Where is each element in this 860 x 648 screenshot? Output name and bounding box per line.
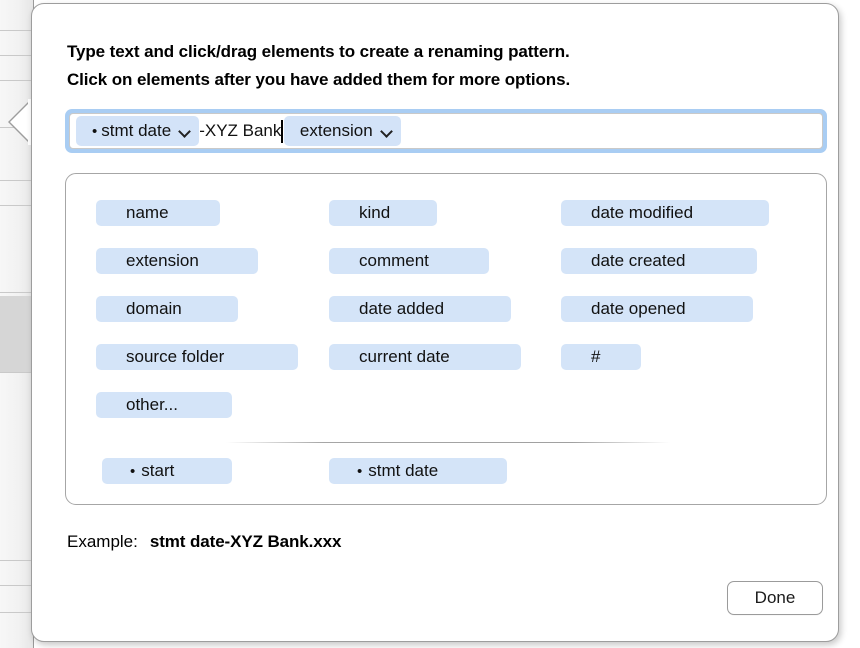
instructions-line-1: Type text and click/drag elements to cre… xyxy=(67,42,570,61)
token-chip-date-added[interactable]: date added xyxy=(329,296,511,322)
saved-pattern-label: stmt date xyxy=(368,461,439,480)
token-chip-number[interactable]: # xyxy=(561,344,641,370)
bullet-icon: • xyxy=(357,462,363,480)
background-row-divider xyxy=(0,560,33,561)
background-row-divider xyxy=(0,585,33,586)
instructions-text: Type text and click/drag elements to cre… xyxy=(67,38,807,94)
background-row-divider xyxy=(0,292,33,293)
background-selected-row[interactable] xyxy=(0,296,33,372)
token-chip-other[interactable]: other... xyxy=(96,392,232,418)
done-button[interactable]: Done xyxy=(727,581,823,615)
background-row-divider xyxy=(0,180,33,181)
example-label: Example: xyxy=(67,532,138,551)
screen-root: : Type text and click/drag elements to c… xyxy=(0,0,860,648)
pattern-token-extension[interactable]: extension xyxy=(283,116,401,146)
popover-arrow-icon xyxy=(8,97,34,147)
pattern-token-stmt-date[interactable]: • stmt date xyxy=(76,116,200,146)
pattern-token-label: extension xyxy=(299,121,373,140)
saved-pattern-stmt-date[interactable]: • stmt date xyxy=(329,458,507,484)
bullet-icon: • xyxy=(92,122,98,140)
token-chip-source-folder[interactable]: source folder xyxy=(96,344,298,370)
pattern-token-label: stmt date xyxy=(101,121,172,140)
token-chip-name[interactable]: name xyxy=(96,200,220,226)
background-row-divider xyxy=(0,30,33,31)
token-chip-extension[interactable]: extension xyxy=(96,248,258,274)
background-row-divider xyxy=(0,372,33,373)
bullet-icon: • xyxy=(130,462,136,480)
token-chip-comment[interactable]: comment xyxy=(329,248,489,274)
pattern-literal-text[interactable]: -XYZ Bank xyxy=(199,121,281,141)
chevron-down-icon[interactable] xyxy=(179,126,190,137)
saved-pattern-label: start xyxy=(141,461,175,480)
token-chip-kind[interactable]: kind xyxy=(329,200,437,226)
token-chip-domain[interactable]: domain xyxy=(96,296,238,322)
background-row-divider xyxy=(0,80,33,81)
example-value: stmt date-XYZ Bank.xxx xyxy=(149,532,342,551)
example-row: Example: stmt date-XYZ Bank.xxx xyxy=(67,532,341,552)
token-chip-date-created[interactable]: date created xyxy=(561,248,757,274)
text-caret xyxy=(281,119,283,143)
panel-divider xyxy=(226,442,670,443)
saved-pattern-start[interactable]: • start xyxy=(102,458,232,484)
background-row-divider xyxy=(0,612,33,613)
chevron-down-icon[interactable] xyxy=(381,126,392,137)
pattern-input[interactable]: • stmt date -XYZ Bank extension xyxy=(69,113,823,149)
token-palette-panel: name extension domain source folder othe… xyxy=(65,173,827,505)
token-chip-current-date[interactable]: current date xyxy=(329,344,521,370)
pattern-field-focus-ring: • stmt date -XYZ Bank extension xyxy=(65,109,827,153)
instructions-line-2: Click on elements after you have added t… xyxy=(67,70,571,89)
renaming-pattern-dialog: Type text and click/drag elements to cre… xyxy=(31,3,839,642)
background-row-divider xyxy=(0,205,33,206)
background-row-divider xyxy=(0,55,33,56)
token-chip-date-modified[interactable]: date modified xyxy=(561,200,769,226)
token-chip-date-opened[interactable]: date opened xyxy=(561,296,753,322)
